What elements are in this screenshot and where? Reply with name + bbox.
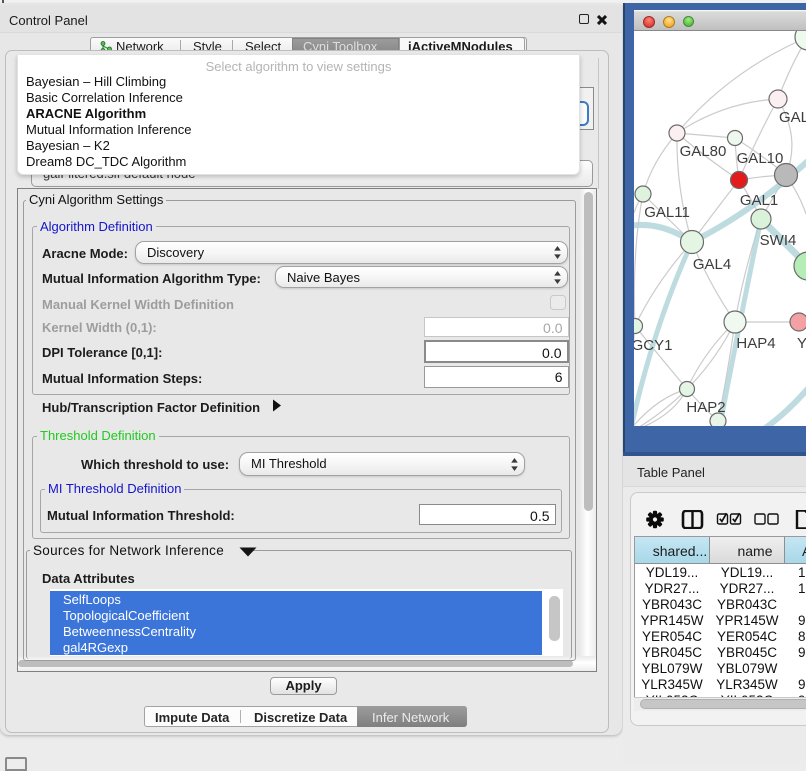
svg-text:HAP2: HAP2 [686, 399, 725, 416]
svg-text:YJ: YJ [797, 335, 806, 352]
svg-text:SWI4: SWI4 [760, 232, 797, 249]
svg-text:GAL80: GAL80 [680, 143, 727, 160]
svg-text:GAL1: GAL1 [740, 192, 778, 209]
svg-text:GCY1: GCY1 [634, 337, 672, 354]
svg-text:HAP4: HAP4 [736, 335, 775, 352]
svg-text:GAL11: GAL11 [644, 204, 690, 221]
svg-text:GAL4: GAL4 [693, 256, 731, 273]
svg-text:GAL7: GAL7 [779, 109, 806, 126]
svg-text:GAL10: GAL10 [737, 150, 784, 167]
